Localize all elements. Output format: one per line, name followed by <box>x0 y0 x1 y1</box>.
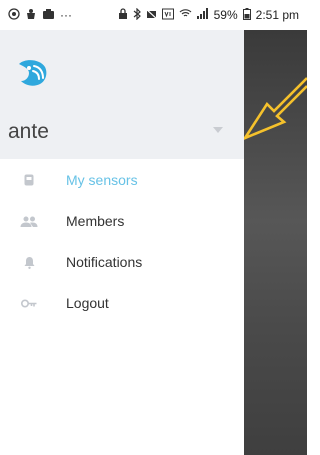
volte-icon <box>161 8 174 23</box>
battery-percent: 59% <box>213 8 238 22</box>
menu-item-my-sensors[interactable]: My sensors <box>0 159 244 200</box>
mute-icon <box>145 8 158 23</box>
bell-icon <box>20 254 38 270</box>
annotation-arrow-icon <box>241 60 308 165</box>
menu-item-label: Notifications <box>66 253 143 270</box>
app-icon <box>42 8 55 23</box>
account-name: ante <box>8 120 49 143</box>
status-right: 59% 2:51 pm <box>118 7 299 23</box>
menu-item-label: Logout <box>66 294 109 311</box>
status-left: ··· <box>8 7 72 23</box>
bluetooth-icon <box>133 7 141 23</box>
wifi-icon <box>179 8 192 22</box>
account-dropdown-icon[interactable] <box>213 127 223 133</box>
members-icon <box>20 213 38 229</box>
menu-item-label: Members <box>66 212 125 229</box>
sensor-icon <box>20 172 38 188</box>
more-icon: ··· <box>60 8 72 22</box>
status-bar: ··· 59% 2:51 pm <box>0 0 307 30</box>
app-icon <box>25 8 37 23</box>
menu-item-members[interactable]: Members <box>0 200 244 241</box>
menu-item-notifications[interactable]: Notifications <box>0 241 244 282</box>
lock-icon <box>118 7 128 23</box>
notification-icon <box>8 7 20 23</box>
signal-icon <box>196 8 209 22</box>
drawer-menu: My sensors Members Notifications Logout <box>0 159 244 323</box>
drawer-header: ante <box>0 30 244 159</box>
navigation-drawer: ante My sensors Members Notifications Lo… <box>0 30 244 455</box>
key-icon <box>20 295 38 311</box>
clock: 2:51 pm <box>255 8 299 22</box>
battery-icon <box>242 7 251 23</box>
menu-item-label: My sensors <box>66 171 138 188</box>
app-logo-icon <box>15 55 49 89</box>
menu-item-logout[interactable]: Logout <box>0 282 244 323</box>
